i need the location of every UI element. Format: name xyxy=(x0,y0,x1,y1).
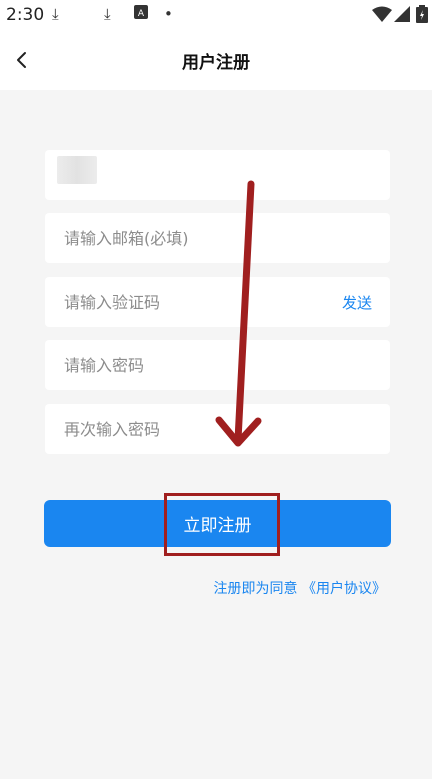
download-icon: ⤓ xyxy=(104,5,111,23)
svg-text:A: A xyxy=(138,9,145,19)
verification-code-input[interactable] xyxy=(45,277,390,327)
app-notification-icon: A xyxy=(134,5,148,23)
email-field[interactable] xyxy=(45,213,390,263)
user-agreement-link[interactable]: 注册即为同意 《用户协议》 xyxy=(214,578,386,598)
battery-icon xyxy=(416,5,428,27)
dot-icon: • xyxy=(164,5,173,23)
app-header: 用户注册 xyxy=(0,30,432,90)
username-field[interactable] xyxy=(45,150,390,200)
wifi-icon xyxy=(372,6,392,26)
status-bar: 2:30 ⤓ ⤓ A • xyxy=(0,0,432,30)
email-input[interactable] xyxy=(45,213,390,263)
confirm-password-field[interactable] xyxy=(45,404,390,454)
page-title: 用户注册 xyxy=(182,53,250,73)
username-blurred-value xyxy=(57,156,97,184)
signal-icon xyxy=(394,6,410,26)
download-icon: ⤓ xyxy=(52,5,59,23)
password-input[interactable] xyxy=(45,340,390,390)
highlight-box-annotation xyxy=(164,493,280,556)
confirm-password-input[interactable] xyxy=(45,404,390,454)
verification-code-field[interactable]: 发送 xyxy=(45,277,390,327)
status-time: 2:30 xyxy=(6,5,45,25)
send-code-button[interactable]: 发送 xyxy=(342,292,372,313)
password-field[interactable] xyxy=(45,340,390,390)
